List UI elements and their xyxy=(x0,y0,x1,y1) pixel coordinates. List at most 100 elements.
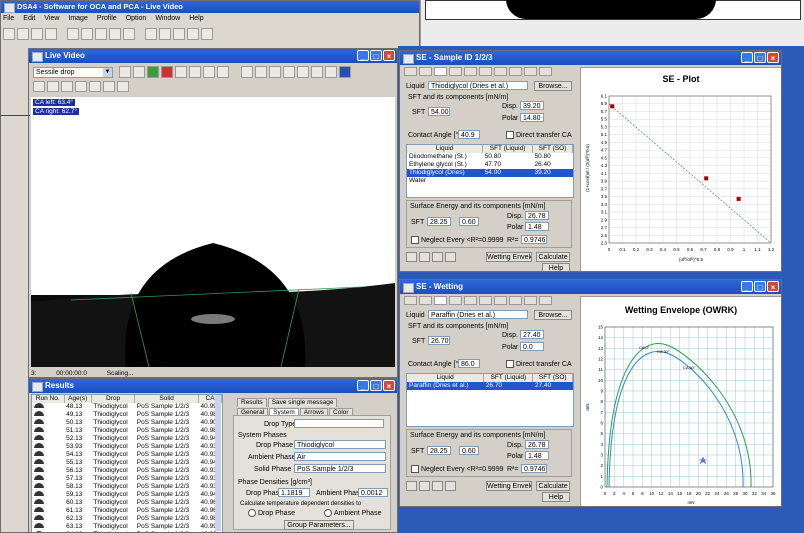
toolbar-button-icon[interactable] xyxy=(123,28,135,40)
table-row[interactable]: 53.93 Thiodiglycol PoS Sample 1/2/3 40.93 xyxy=(32,443,222,451)
video-tool-icon[interactable] xyxy=(325,66,337,78)
toolbar-button-icon[interactable] xyxy=(45,28,57,40)
menu-item-help[interactable]: Help xyxy=(189,15,203,22)
video-tool-icon[interactable] xyxy=(75,81,87,92)
table-row[interactable]: 50.13 Thiodiglycol PoS Sample 1/2/3 40.90 xyxy=(32,419,222,427)
sft-field[interactable]: 26.70 xyxy=(428,336,450,345)
drop-density-field[interactable]: 1.1819 xyxy=(278,488,310,497)
toolbar-button-icon[interactable] xyxy=(145,28,157,40)
list-item[interactable]: Thiodiglycol (Dries) 54.00 39.20 xyxy=(407,169,573,177)
direct-transfer-checkbox[interactable]: Direct transfer CA xyxy=(506,360,572,369)
table-row[interactable]: 59.13 Thiodiglycol PoS Sample 1/2/3 40.94 xyxy=(32,491,222,499)
panel-tab[interactable] xyxy=(509,296,522,305)
panel-tab[interactable] xyxy=(404,67,417,76)
list-item[interactable]: Diiodomethane (St.) 50.80 50.80 xyxy=(407,153,573,161)
panel-tab[interactable] xyxy=(464,67,477,76)
video-tool-icon[interactable] xyxy=(119,66,131,78)
solid-phase-select[interactable]: PoS Sample 1/2/3 xyxy=(294,464,386,473)
video-tool-icon[interactable] xyxy=(161,66,173,78)
video-tool-icon[interactable] xyxy=(339,66,351,78)
maximize-icon[interactable]: □ xyxy=(370,380,382,391)
toolbar-button-icon[interactable] xyxy=(159,28,171,40)
minimize-icon[interactable]: _ xyxy=(357,380,369,391)
neglect-checkbox[interactable]: Neglect Every <R²=0.9999 xyxy=(411,465,504,474)
table-row[interactable]: 58.13 Thiodiglycol PoS Sample 1/2/3 40.93 xyxy=(32,483,222,491)
panel-tab[interactable] xyxy=(494,296,507,305)
panel-tab[interactable] xyxy=(539,296,552,305)
panel-tab[interactable] xyxy=(539,67,552,76)
toolbar-button-icon[interactable] xyxy=(109,28,121,40)
close-icon[interactable]: × xyxy=(767,52,779,63)
toolbar-button-icon[interactable] xyxy=(67,28,79,40)
column-header[interactable]: SFT (SO) xyxy=(532,145,573,153)
toolbar-button-icon[interactable] xyxy=(95,28,107,40)
close-icon[interactable]: × xyxy=(383,50,395,61)
maximize-icon[interactable]: □ xyxy=(754,281,766,292)
list-item[interactable]: Paraffin (Dries et al.) 26.70 27.40 xyxy=(407,382,573,390)
video-tool-icon[interactable] xyxy=(89,81,101,92)
panel-tab[interactable] xyxy=(479,67,492,76)
column-header[interactable]: Solid xyxy=(134,395,200,403)
table-row[interactable]: 48.13 Thiodiglycol PoS Sample 1/2/3 40.99 xyxy=(32,403,222,411)
toolbar-button-icon[interactable] xyxy=(81,28,93,40)
table-row[interactable]: 51.13 Thiodiglycol PoS Sample 1/2/3 40.98 xyxy=(32,427,222,435)
column-header[interactable]: Drop xyxy=(91,395,136,403)
video-tool-icon[interactable] xyxy=(297,66,309,78)
toolbar-button-icon[interactable] xyxy=(17,28,29,40)
video-tool-icon[interactable] xyxy=(189,66,201,78)
nav-button[interactable] xyxy=(432,481,443,491)
menu-item-window[interactable]: Window xyxy=(155,15,180,22)
minimize-icon[interactable]: _ xyxy=(741,52,753,63)
panel-tab[interactable] xyxy=(464,296,477,305)
video-tool-icon[interactable] xyxy=(241,66,253,78)
table-row[interactable]: 52.13 Thiodiglycol PoS Sample 1/2/3 40.94 xyxy=(32,435,222,443)
column-header[interactable]: SFT (Liquid) xyxy=(483,374,534,382)
column-header[interactable]: Age(s) xyxy=(64,395,92,403)
nav-button[interactable] xyxy=(406,481,417,491)
ambient-phase-radio[interactable]: Ambient Phase xyxy=(324,509,381,518)
disp-field[interactable]: 27.40 xyxy=(520,330,544,339)
liquid-select[interactable]: Thiodiglycol (Dries et al.) xyxy=(428,81,528,90)
wetting-envelope-button[interactable]: Wetting Envelope xyxy=(486,252,532,262)
direct-transfer-checkbox[interactable]: Direct transfer CA xyxy=(506,131,572,140)
nav-button[interactable] xyxy=(445,252,456,262)
panel-tab[interactable] xyxy=(419,296,432,305)
video-tool-icon[interactable] xyxy=(147,66,159,78)
video-tool-icon[interactable] xyxy=(175,66,187,78)
toolbar-button-icon[interactable] xyxy=(31,28,43,40)
panel-tab[interactable] xyxy=(449,296,462,305)
sft-field[interactable]: 54.00 xyxy=(428,107,450,116)
menu-item-image[interactable]: Image xyxy=(68,15,87,22)
nav-button[interactable] xyxy=(419,252,430,262)
toolbar-button-icon[interactable] xyxy=(201,28,213,40)
mode-dropdown[interactable]: Sessile drop ▼ xyxy=(33,67,113,78)
panel-tab[interactable] xyxy=(524,296,537,305)
nav-button[interactable] xyxy=(432,252,443,262)
panel-tab[interactable] xyxy=(434,296,447,305)
menu-item-option[interactable]: Option xyxy=(126,15,147,22)
panel-tab[interactable] xyxy=(524,67,537,76)
table-row[interactable]: 60.13 Thiodiglycol PoS Sample 1/2/3 40.96 xyxy=(32,499,222,507)
polar-field[interactable]: 14.80 xyxy=(520,113,544,122)
calculate-button[interactable]: Calculate xyxy=(536,252,570,262)
drop-phase-select[interactable]: Thiodiglycol xyxy=(294,440,386,449)
column-header[interactable]: SFT (SO) xyxy=(532,374,573,382)
menu-item-view[interactable]: View xyxy=(44,15,59,22)
video-tool-icon[interactable] xyxy=(133,66,145,78)
table-row[interactable]: 54.13 Thiodiglycol PoS Sample 1/2/3 40.93 xyxy=(32,451,222,459)
panel-tab[interactable] xyxy=(449,67,462,76)
panel-tab[interactable] xyxy=(494,67,507,76)
video-tool-icon[interactable] xyxy=(33,81,45,92)
minimize-icon[interactable]: _ xyxy=(741,281,753,292)
ambient-phase-select[interactable]: Air xyxy=(294,452,386,461)
close-icon[interactable]: × xyxy=(767,281,779,292)
liquid-select[interactable]: Paraffin (Dries et al.) xyxy=(428,310,528,319)
toolbar-button-icon[interactable] xyxy=(187,28,199,40)
video-tool-icon[interactable] xyxy=(61,81,73,92)
menu-item-file[interactable]: File xyxy=(3,15,14,22)
table-row[interactable]: 49.13 Thiodiglycol PoS Sample 1/2/3 40.98 xyxy=(32,411,222,419)
panel-tab[interactable] xyxy=(479,296,492,305)
video-tool-icon[interactable] xyxy=(255,66,267,78)
panel-tab[interactable] xyxy=(434,67,447,76)
nav-button[interactable] xyxy=(419,481,430,491)
